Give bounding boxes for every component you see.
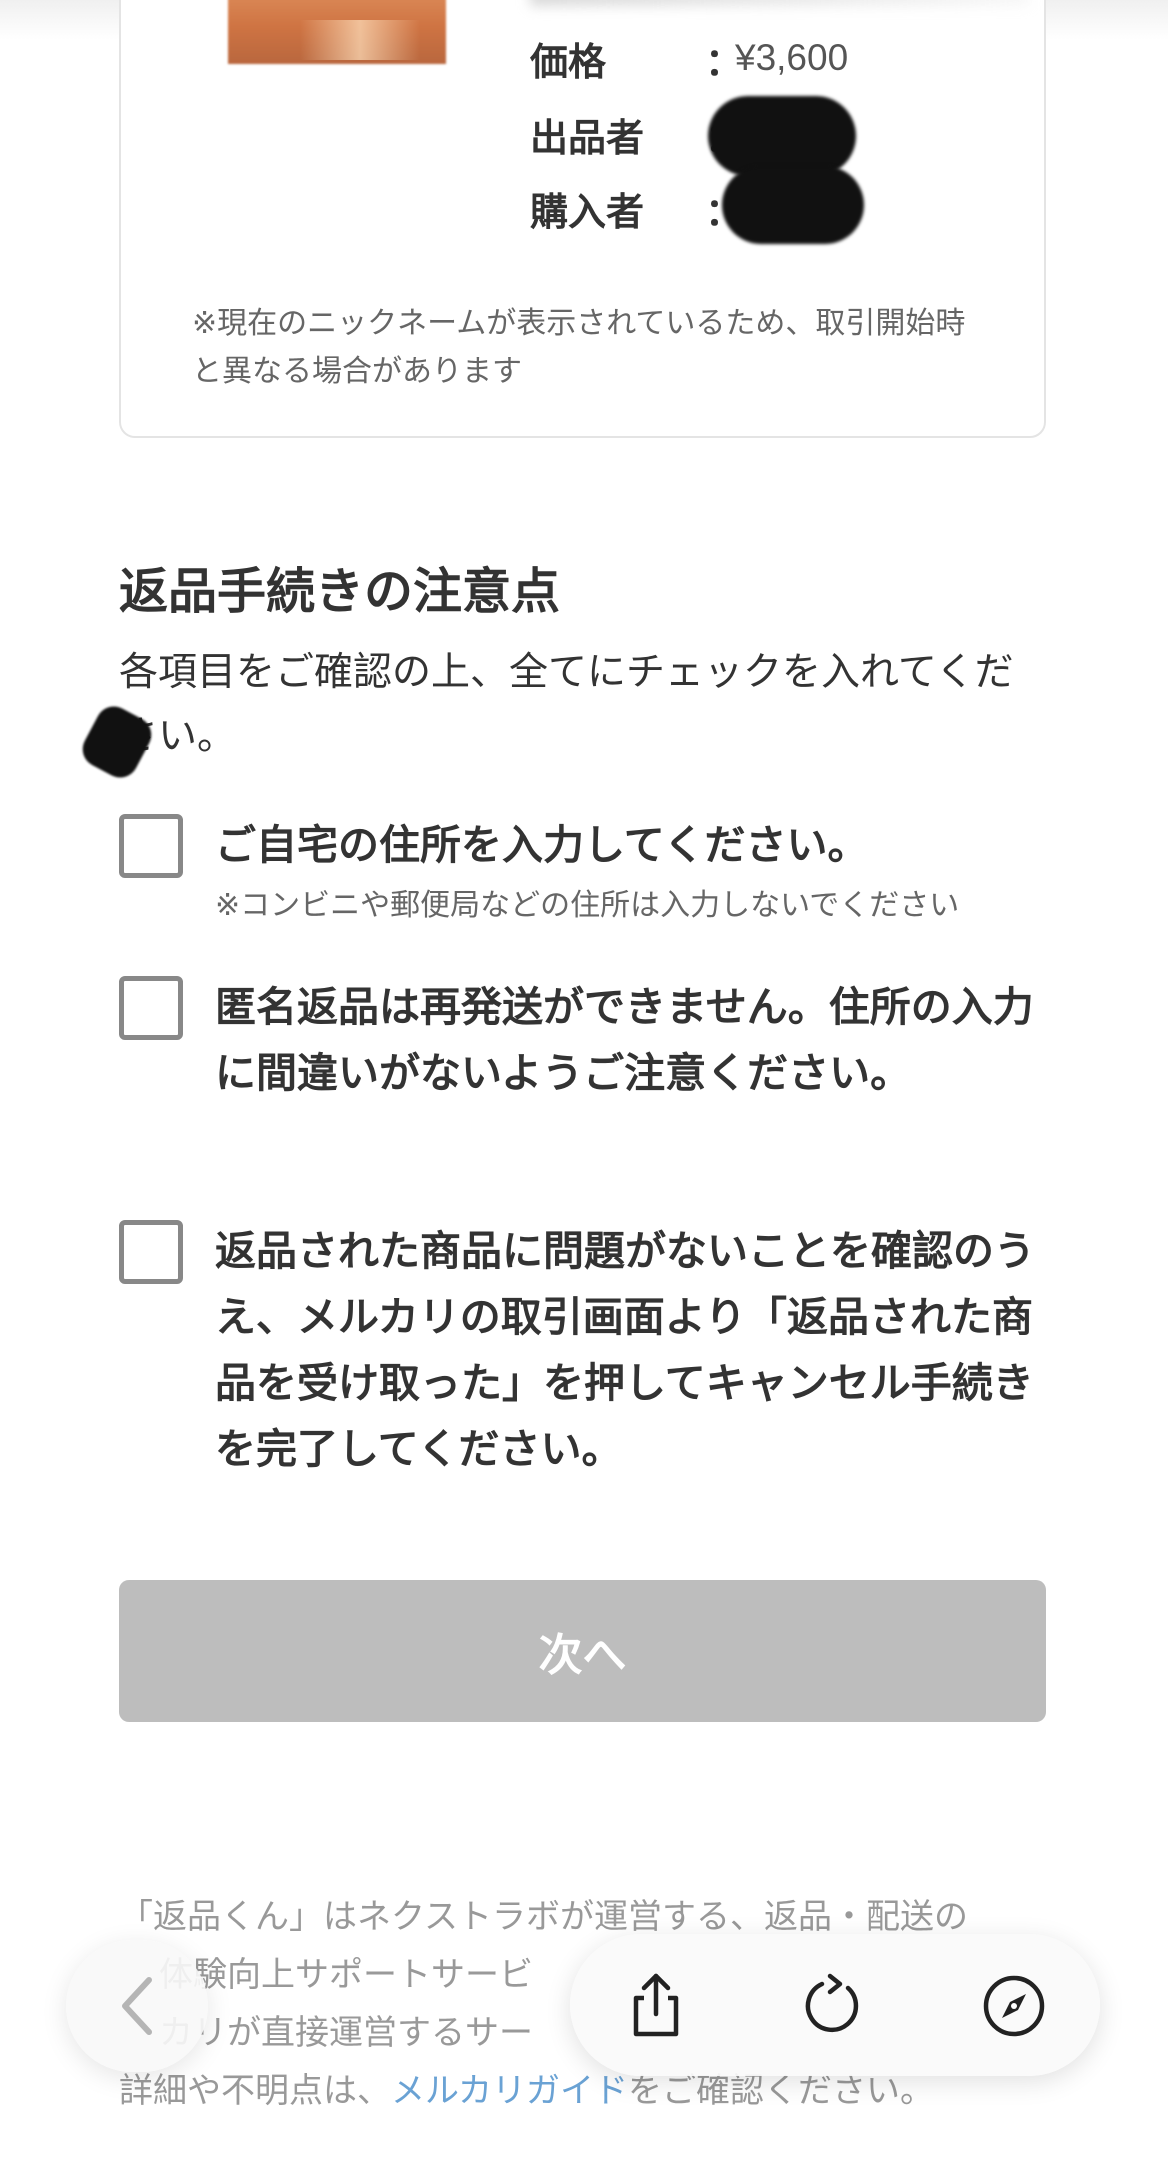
price-row: 価格 ： ¥3,600: [530, 28, 848, 88]
price-label: 価格: [530, 39, 607, 84]
seller-row: 出品者 ：: [530, 104, 743, 164]
mercari-guide-link[interactable]: メルカリガイド: [391, 2071, 628, 2111]
footer-line-4-after: をご確認ください。: [627, 2071, 934, 2111]
section-description: 各項目をご確認の上、全てにチェックを入れてください。: [119, 650, 1014, 759]
price-colon: ：: [705, 39, 744, 84]
back-button[interactable]: [66, 1940, 208, 2072]
buyer-label: 購入者: [530, 189, 645, 234]
cut-off-row: [530, 0, 1030, 6]
checkbox[interactable]: [119, 1220, 183, 1284]
buyer-row: 購入者 ：: [530, 178, 743, 238]
check-item-confirm-received[interactable]: 返品された商品に問題がないことを確認のうえ、メルカリの取引画面より「返品された商…: [119, 1220, 1059, 1490]
checkbox[interactable]: [119, 814, 183, 878]
check-item-label: ご自宅の住所を入力してください。: [215, 821, 869, 869]
browser-toolbar: [570, 1934, 1100, 2076]
compass-icon[interactable]: [980, 1972, 1048, 2040]
check-item-label: 返品された商品に問題がないことを確認のうえ、メルカリの取引画面より「返品された商…: [215, 1227, 1035, 1473]
next-button[interactable]: 次へ: [119, 1580, 1046, 1722]
check-item-home-address[interactable]: ご自宅の住所を入力してください。 ※コンビニや郵便局などの住所は入力しないでくだ…: [119, 814, 1059, 924]
seller-label: 出品者: [530, 115, 645, 160]
back-icon: [122, 1977, 152, 2035]
seller-redaction: [708, 96, 856, 176]
price-value: ¥3,600: [735, 37, 849, 78]
footer-line-4-before: 詳細や不明点は、: [119, 2071, 391, 2111]
section-title: 返品手続きの注意点: [119, 563, 561, 620]
checkbox[interactable]: [119, 976, 183, 1040]
check-item-label: 匿名返品は再発送ができません。住所の入力に間違いがないようご注意ください。: [215, 983, 1034, 1097]
footer-line-1: 「返品くん」はネクストラボが運営する、返品・配送の: [119, 1897, 968, 1937]
check-item-anonymous-return[interactable]: 匿名返品は再発送ができません。住所の入力に間違いがないようご注意ください。: [119, 976, 1059, 1176]
reload-icon[interactable]: [800, 1972, 868, 2040]
thumbnail-highlight: [300, 20, 420, 60]
check-item-note: ※コンビニや郵便局などの住所は入力しないでください: [215, 888, 960, 923]
buyer-redaction: [722, 166, 864, 244]
nickname-note: ※現在のニックネームが表示されているため、取引開始時と異なる場合があります: [192, 306, 966, 389]
share-icon[interactable]: [622, 1972, 690, 2040]
